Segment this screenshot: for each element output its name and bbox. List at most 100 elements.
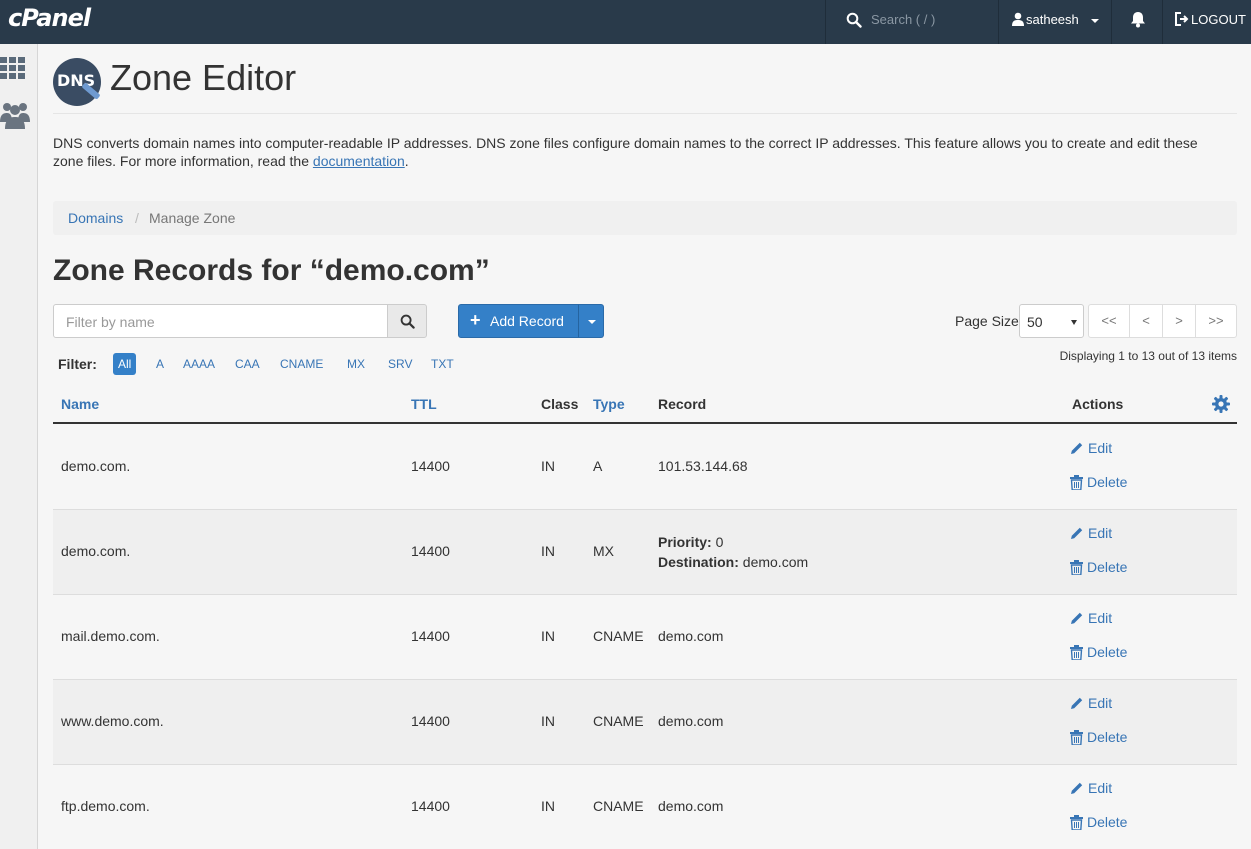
logout-icon (1175, 12, 1189, 26)
record-type: A (593, 458, 603, 474)
edit-button[interactable]: Edit (1070, 525, 1112, 541)
edit-button[interactable]: Edit (1070, 610, 1112, 626)
table-header: Name TTL Class Type Record Actions (53, 389, 1237, 424)
record-name: mail.demo.com. (61, 628, 160, 644)
page-size-label: Page Size (955, 313, 1019, 329)
chevron-down-icon (1071, 320, 1077, 325)
record-type: MX (593, 543, 614, 559)
destination-value: demo.com (742, 554, 809, 570)
edit-button[interactable]: Edit (1070, 780, 1112, 796)
edit-label: Edit (1088, 440, 1113, 456)
next-page-button[interactable]: > (1163, 305, 1196, 337)
users-group-icon[interactable] (0, 100, 30, 130)
filter-srv[interactable]: SRV (383, 353, 417, 375)
record-value: demo.com (658, 628, 724, 644)
filter-cname[interactable]: CNAME (275, 353, 328, 375)
apps-grid-icon[interactable] (0, 57, 28, 81)
notifications-button[interactable] (1111, 0, 1162, 44)
logout-button[interactable]: LOGOUT (1162, 0, 1251, 44)
table-row: demo.com. 14400 IN MX Priority: 0 Destin… (53, 510, 1237, 595)
gear-icon[interactable] (1212, 395, 1230, 413)
chevron-down-icon (588, 320, 596, 324)
column-type[interactable]: Type (593, 396, 625, 412)
pencil-icon (1071, 442, 1083, 454)
record-type: CNAME (593, 798, 644, 814)
delete-label: Delete (1087, 814, 1128, 830)
edit-label: Edit (1088, 780, 1113, 796)
table-row: demo.com. 14400 IN A 101.53.144.68 Edit … (53, 425, 1237, 510)
filter-aaaa[interactable]: AAAA (178, 353, 220, 375)
edit-label: Edit (1088, 525, 1113, 541)
record-value: demo.com (658, 798, 724, 814)
global-search[interactable]: Search ( / ) (825, 0, 999, 44)
priority-value: 0 (715, 534, 724, 550)
filter-txt[interactable]: TXT (426, 353, 459, 375)
dns-logo-icon: DNS (53, 58, 101, 106)
page-size-value: 50 (1027, 314, 1043, 330)
delete-label: Delete (1087, 644, 1128, 660)
delete-button[interactable]: Delete (1070, 474, 1127, 490)
filter-by-name-input[interactable]: Filter by name (53, 304, 388, 338)
pencil-icon (1071, 527, 1083, 539)
page-description: DNS converts domain names into computer-… (53, 134, 1223, 170)
column-actions: Actions (1072, 396, 1124, 412)
table-row: mail.demo.com. 14400 IN CNAME demo.com E… (53, 595, 1237, 680)
breadcrumb-domains-link[interactable]: Domains (68, 210, 123, 226)
page-size-select[interactable]: 50 (1019, 304, 1084, 338)
edit-button[interactable]: Edit (1070, 440, 1112, 456)
global-search-placeholder[interactable]: Search ( / ) (871, 12, 935, 27)
destination-label: Destination: (658, 554, 739, 570)
filter-mx[interactable]: MX (342, 353, 370, 375)
delete-button[interactable]: Delete (1070, 814, 1127, 830)
column-name[interactable]: Name (61, 396, 99, 412)
first-page-button[interactable]: << (1089, 305, 1130, 337)
record-ttl: 14400 (411, 458, 450, 474)
delete-label: Delete (1087, 559, 1128, 575)
priority-label: Priority: (658, 534, 712, 550)
record-type: CNAME (593, 713, 644, 729)
top-bar: cPanel Search ( / ) satheesh LOGOUT (0, 0, 1251, 44)
search-icon (400, 314, 415, 329)
bell-icon (1131, 12, 1145, 28)
trash-icon (1070, 644, 1083, 660)
filter-all[interactable]: All (113, 353, 137, 375)
username: satheesh (1026, 12, 1079, 27)
record-name: demo.com. (61, 543, 131, 559)
record-ttl: 14400 (411, 798, 450, 814)
documentation-link[interactable]: documentation (313, 153, 405, 169)
user-menu[interactable]: satheesh (998, 0, 1111, 44)
sidebar (0, 44, 38, 849)
edit-button[interactable]: Edit (1070, 695, 1112, 711)
plus-icon: + (470, 310, 481, 330)
cpanel-logo[interactable]: cPanel (8, 4, 91, 32)
filter-search-button[interactable] (387, 304, 427, 338)
last-page-button[interactable]: >> (1196, 305, 1236, 337)
add-record-dropdown-toggle[interactable] (578, 304, 604, 338)
filter-caa[interactable]: CAA (230, 353, 265, 375)
page-title: Zone Editor (110, 57, 297, 98)
record-name: ftp.demo.com. (61, 798, 150, 814)
add-record-button[interactable]: + Add Record (458, 304, 579, 338)
record-class: IN (541, 798, 555, 814)
column-ttl[interactable]: TTL (411, 396, 437, 412)
trash-icon (1070, 559, 1083, 575)
record-value: demo.com (658, 713, 724, 729)
prev-page-button[interactable]: < (1130, 305, 1163, 337)
column-class: Class (541, 396, 579, 412)
edit-label: Edit (1088, 695, 1113, 711)
delete-label: Delete (1087, 729, 1128, 745)
delete-button[interactable]: Delete (1070, 729, 1127, 745)
filter-a[interactable]: A (151, 353, 169, 375)
record-type: CNAME (593, 628, 644, 644)
zone-records-title: Zone Records for “demo.com” (53, 254, 490, 287)
trash-icon (1070, 814, 1083, 830)
record-class: IN (541, 458, 555, 474)
delete-button[interactable]: Delete (1070, 559, 1127, 575)
filter-placeholder: Filter by name (66, 314, 155, 330)
breadcrumb-separator: / (135, 210, 139, 226)
description-end: . (404, 153, 409, 169)
delete-button[interactable]: Delete (1070, 644, 1127, 660)
record-name: www.demo.com. (61, 713, 164, 729)
chevron-down-icon (1091, 19, 1099, 23)
description-text: DNS converts domain names into computer-… (53, 135, 1198, 169)
